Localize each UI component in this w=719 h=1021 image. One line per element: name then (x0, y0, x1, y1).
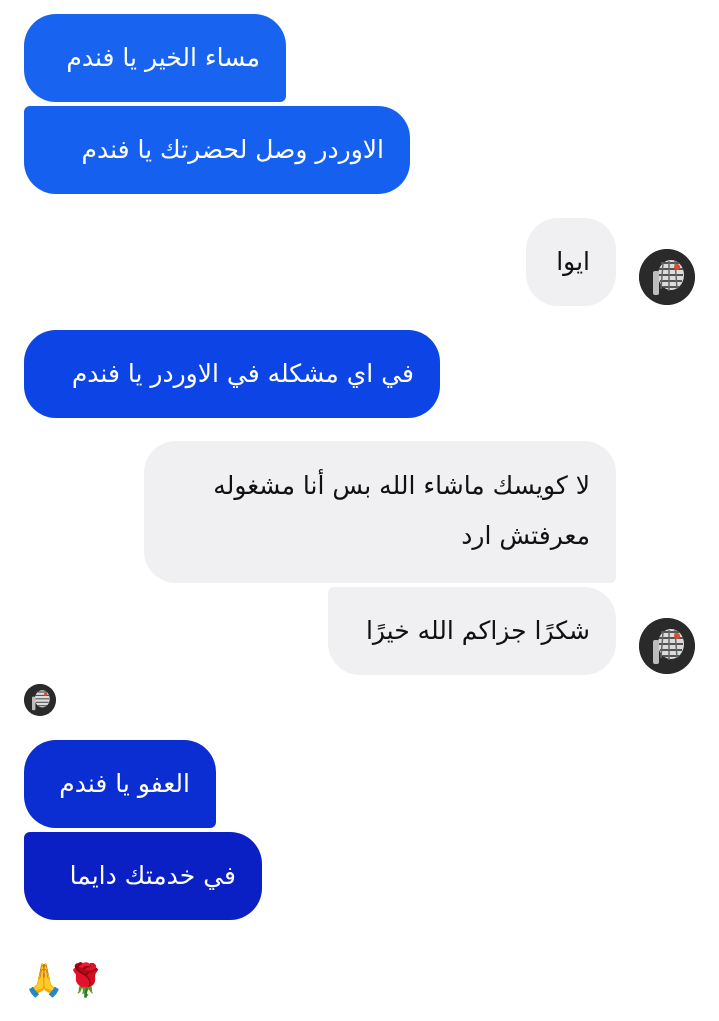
read-receipt-avatar-icon (24, 684, 56, 716)
message-text: مساء الخير يا فندم (66, 43, 260, 72)
message-text: العفو يا فندم (59, 769, 190, 798)
message-bubble-received[interactable]: ايوا (526, 218, 616, 306)
message-bubble-sent[interactable]: مساء الخير يا فندم (24, 14, 286, 102)
message-text: الاوردر وصل لحضرتك يا فندم (81, 135, 384, 164)
reaction-text: 🙏🌹 (24, 961, 108, 999)
contact-avatar-icon[interactable] (639, 249, 695, 305)
message-bubble-sent[interactable]: العفو يا فندم (24, 740, 216, 828)
reaction-emojis[interactable]: 🙏🌹 (24, 960, 108, 1000)
message-text: في خدمتك دايما (69, 861, 236, 890)
message-bubble-sent[interactable]: في خدمتك دايما (24, 832, 262, 920)
message-text: لا كويسك ماشاء الله بس أنا مشغوله معرفتش… (213, 471, 590, 550)
contact-avatar-icon[interactable] (639, 618, 695, 674)
message-bubble-received[interactable]: لا كويسك ماشاء الله بس أنا مشغوله معرفتش… (144, 441, 616, 583)
message-text: ايوا (556, 247, 590, 276)
message-bubble-sent[interactable]: في اي مشكله في الاوردر يا فندم (24, 330, 440, 418)
message-bubble-received[interactable]: شكرًا جزاكم الله خيرًا (328, 587, 616, 675)
message-text: شكرًا جزاكم الله خيرًا (365, 616, 590, 645)
message-text: في اي مشكله في الاوردر يا فندم (71, 359, 414, 388)
message-bubble-sent[interactable]: الاوردر وصل لحضرتك يا فندم (24, 106, 410, 194)
